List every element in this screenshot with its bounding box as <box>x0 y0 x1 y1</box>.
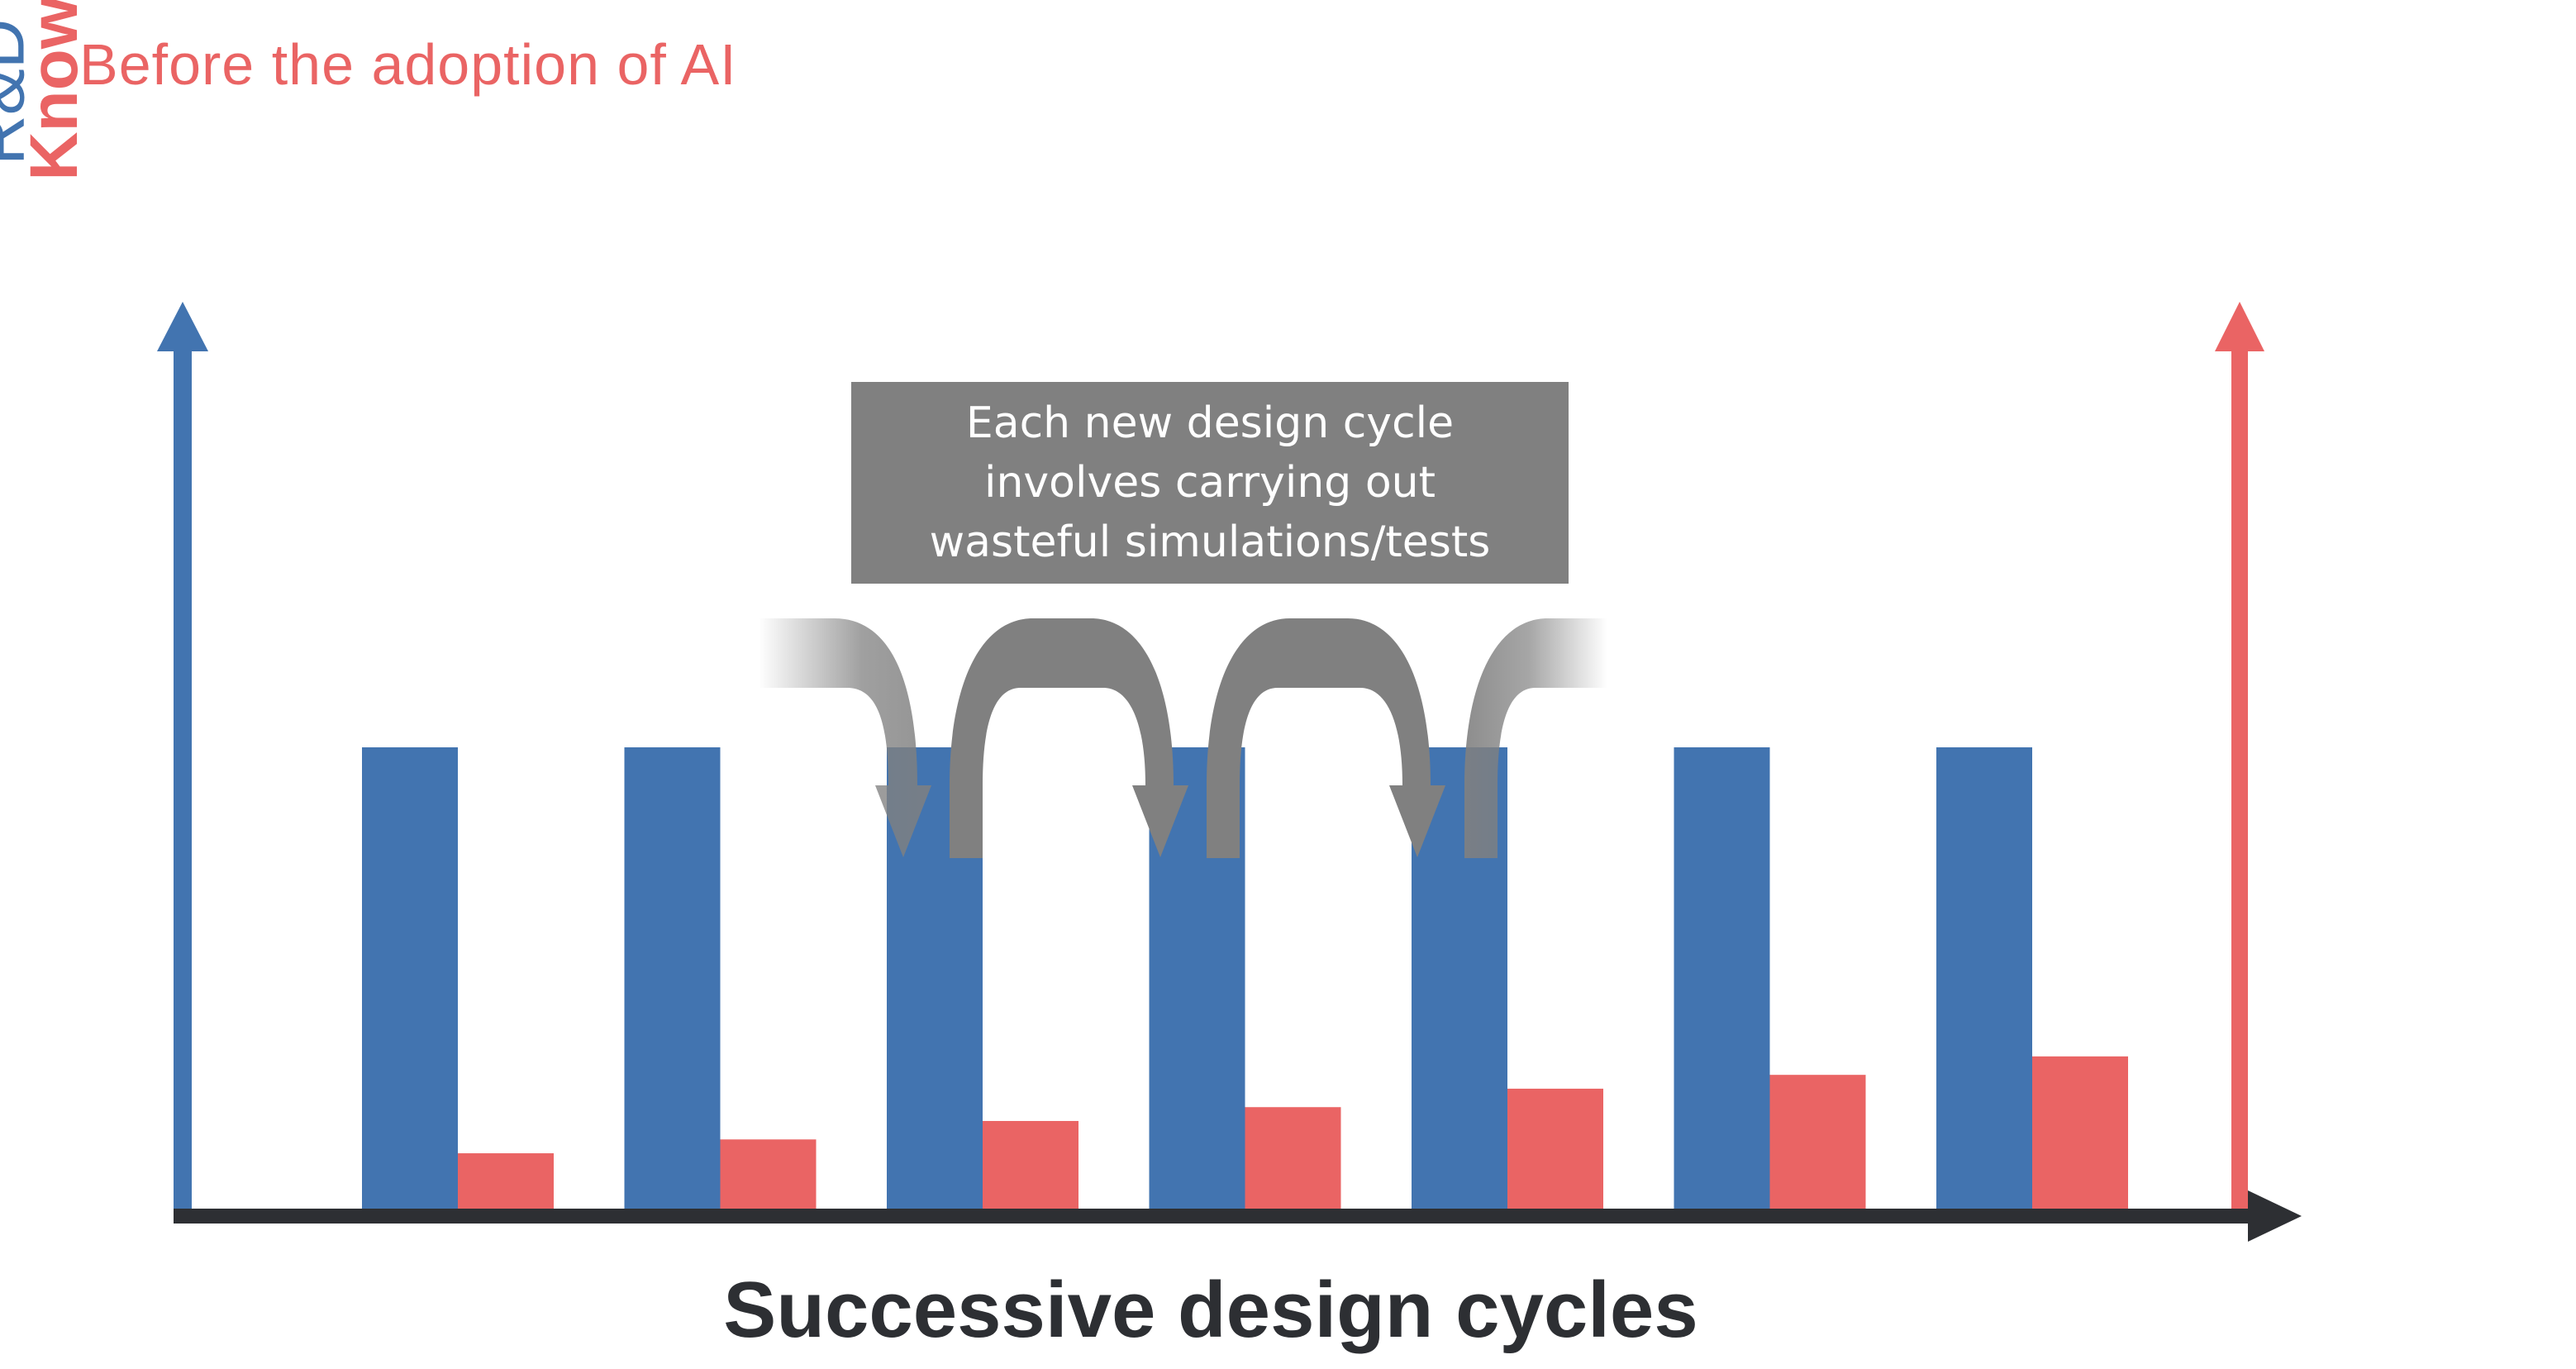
y-axis-right-arrowhead-icon <box>2215 302 2264 351</box>
bar-retained-knowledge-6 <box>1769 1075 1866 1209</box>
cycle-arrow-incoming-icon <box>759 618 931 857</box>
callout-line: involves carrying out <box>984 458 1436 508</box>
y-axis-right-label: Retained Knowledge <box>0 0 109 181</box>
callout-line: Each new design cycle <box>965 398 1455 448</box>
bar-rd-effort-6 <box>1674 747 1770 1209</box>
callout-box: Each new design cycle involves carrying … <box>851 382 1569 584</box>
bar-retained-knowledge-2 <box>720 1139 817 1209</box>
bars-group <box>362 747 2128 1209</box>
callout-line: wasteful simulations/tests <box>929 518 1491 567</box>
bar-retained-knowledge-4 <box>1245 1107 1341 1209</box>
chart-canvas <box>157 302 2302 1242</box>
y-axis-right-label-line: Knowledge <box>17 0 92 181</box>
bar-retained-knowledge-1 <box>458 1153 554 1209</box>
bar-rd-effort-2 <box>624 747 721 1209</box>
x-axis-label: Successive design cycles <box>723 1266 1698 1354</box>
x-axis <box>174 1209 2264 1224</box>
y-axis-right <box>2231 347 2248 1211</box>
bar-rd-effort-1 <box>362 747 458 1209</box>
y-axis-left <box>174 347 192 1211</box>
bar-retained-knowledge-7 <box>2032 1056 2128 1209</box>
cycle-arrow-outgoing-icon <box>1464 618 1607 858</box>
cycle-arrow-2-icon <box>950 618 1188 858</box>
bar-retained-knowledge-5 <box>1507 1088 1603 1209</box>
y-axis-left-arrowhead-icon <box>157 302 208 351</box>
x-axis-arrowhead-icon <box>2248 1190 2302 1242</box>
bar-rd-effort-7 <box>1936 747 2032 1209</box>
bar-retained-knowledge-3 <box>983 1120 1078 1209</box>
